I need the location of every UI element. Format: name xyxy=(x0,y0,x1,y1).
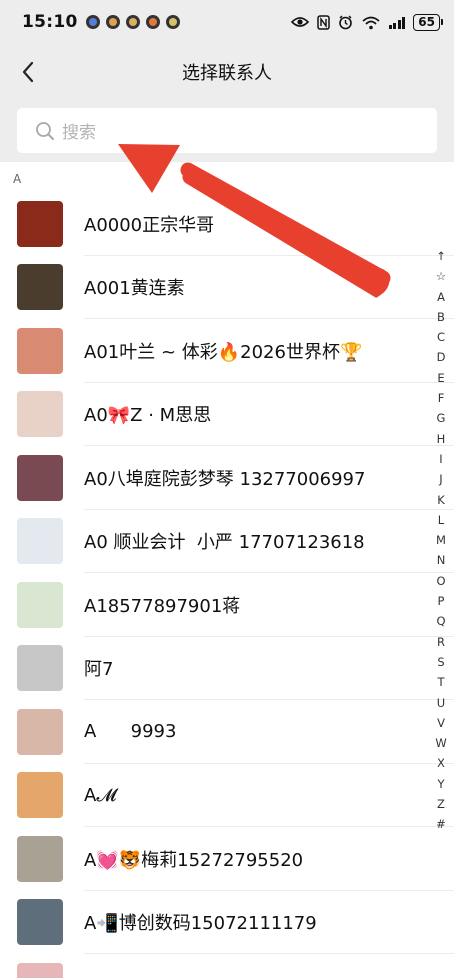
contact-row[interactable]: A💓🐯梅莉15272795520 xyxy=(0,827,454,891)
wifi-icon xyxy=(362,16,380,29)
index-letter[interactable]: S xyxy=(437,652,444,672)
index-letter[interactable]: C xyxy=(437,327,445,347)
index-letter[interactable]: B xyxy=(437,307,445,327)
index-letter[interactable]: Z xyxy=(437,794,445,814)
status-bar: 15:10 65 xyxy=(0,0,454,44)
search-placeholder: 搜索 xyxy=(62,123,96,143)
index-letter[interactable]: O xyxy=(436,571,445,591)
app-notification-icon xyxy=(125,15,140,29)
index-letter[interactable]: X xyxy=(437,753,445,773)
contact-list: A0000正宗华哥 A001黄连素 A01叶兰 ~ 体彩🔥2026世界杯🏆 A0🎀Z … xyxy=(0,192,454,978)
avatar xyxy=(17,708,63,755)
contact-name: A📲博创数码15072111179 xyxy=(84,913,317,935)
index-letter[interactable]: Y xyxy=(437,774,444,794)
index-letter[interactable]: M xyxy=(436,530,446,550)
index-letter[interactable]: ↑ xyxy=(436,246,446,266)
search-icon xyxy=(36,121,54,140)
contact-name: A0000正宗华哥 xyxy=(84,214,215,236)
index-letter[interactable]: V xyxy=(437,713,445,733)
nfc-icon xyxy=(317,14,330,30)
avatar xyxy=(17,264,63,311)
contact-row[interactable]: A0 顺业会计 小严 17707123618 xyxy=(0,510,454,574)
contact-name: A0八埠庭院彭梦琴 13277006997 xyxy=(84,468,366,490)
index-letter[interactable]: ☆ xyxy=(436,266,446,286)
nav-bar: 选择联系人 xyxy=(0,44,454,100)
avatar xyxy=(17,645,63,692)
index-letter[interactable]: T xyxy=(437,672,444,692)
contact-name: A0🎀Z · M思思 xyxy=(84,405,212,427)
avatar xyxy=(17,200,63,247)
contact-row[interactable] xyxy=(0,954,454,978)
alphabet-index-bar[interactable]: ↑ ☆ A B C D E F G H I J K L M N O P Q R S T U V W X Y Z # xyxy=(432,246,450,835)
contact-row[interactable]: A18577897901蒋 xyxy=(0,573,454,637)
index-letter[interactable]: # xyxy=(436,814,446,834)
avatar xyxy=(17,581,63,628)
contact-row[interactable]: A01叶兰 ~ 体彩🔥2026世界杯🏆 xyxy=(0,319,454,383)
search-input[interactable]: 搜索 xyxy=(17,108,437,153)
index-letter[interactable]: W xyxy=(435,733,446,753)
contact-row[interactable]: A𝓜 xyxy=(0,764,454,828)
index-letter[interactable]: I xyxy=(439,449,442,469)
section-header-a: A xyxy=(13,172,22,186)
index-letter[interactable]: R xyxy=(437,632,445,652)
contact-row[interactable]: 阿7 xyxy=(0,637,454,701)
contact-name: A001黄连素 xyxy=(84,278,185,300)
battery-indicator: 65 xyxy=(413,13,443,31)
index-letter[interactable]: N xyxy=(437,550,446,570)
contact-row[interactable]: A0🎀Z · M思思 xyxy=(0,383,454,447)
avatar xyxy=(17,899,63,946)
app-notification-icon xyxy=(165,15,180,29)
contact-row[interactable]: A0八埠庭院彭梦琴 13277006997 xyxy=(0,446,454,510)
index-letter[interactable]: P xyxy=(438,591,445,611)
page-title: 选择联系人 xyxy=(182,63,272,84)
search-area: 搜索 xyxy=(0,100,454,162)
alarm-icon xyxy=(338,14,352,29)
avatar xyxy=(17,835,63,882)
index-letter[interactable]: Q xyxy=(436,611,445,631)
app-notification-icon xyxy=(85,15,100,29)
contact-row[interactable]: A 9993 xyxy=(0,700,454,764)
contact-name: A0 顺业会计 小严 17707123618 xyxy=(84,532,365,554)
notification-icons xyxy=(85,15,180,29)
contact-name: A18577897901蒋 xyxy=(84,595,241,617)
index-letter[interactable]: D xyxy=(437,347,446,367)
index-letter[interactable]: H xyxy=(437,429,446,449)
contact-row[interactable]: A001黄连素 xyxy=(0,256,454,320)
index-letter[interactable]: J xyxy=(439,469,442,489)
index-letter[interactable]: E xyxy=(437,368,444,388)
signal-icon xyxy=(388,16,406,29)
index-letter[interactable]: U xyxy=(437,693,445,713)
contact-name: A01叶兰 ~ 体彩🔥2026世界杯🏆 xyxy=(84,341,363,363)
contact-row[interactable]: A0000正宗华哥 xyxy=(0,192,454,256)
contact-name: 阿7 xyxy=(84,659,114,681)
app-notification-icon xyxy=(145,15,160,29)
index-letter[interactable]: F xyxy=(438,388,445,408)
index-letter[interactable]: A xyxy=(437,287,445,307)
contact-row[interactable]: A📲博创数码15072111179 xyxy=(0,891,454,955)
avatar xyxy=(17,327,63,374)
avatar xyxy=(17,454,63,501)
app-notification-icon xyxy=(105,15,120,29)
status-time: 15:10 xyxy=(22,12,78,32)
avatar xyxy=(17,962,63,978)
contact-name: A💓🐯梅莉15272795520 xyxy=(84,849,304,871)
index-letter[interactable]: K xyxy=(437,490,445,510)
contact-name: A 9993 xyxy=(84,721,177,743)
avatar xyxy=(17,518,63,565)
system-icons: 65 xyxy=(290,13,443,31)
eye-icon xyxy=(290,17,309,27)
avatar xyxy=(17,772,63,819)
index-letter[interactable]: G xyxy=(437,408,446,428)
avatar xyxy=(17,391,63,438)
contact-name: A𝓜 xyxy=(84,784,117,806)
chevron-left-icon[interactable] xyxy=(14,58,42,86)
index-letter[interactable]: L xyxy=(438,510,444,530)
